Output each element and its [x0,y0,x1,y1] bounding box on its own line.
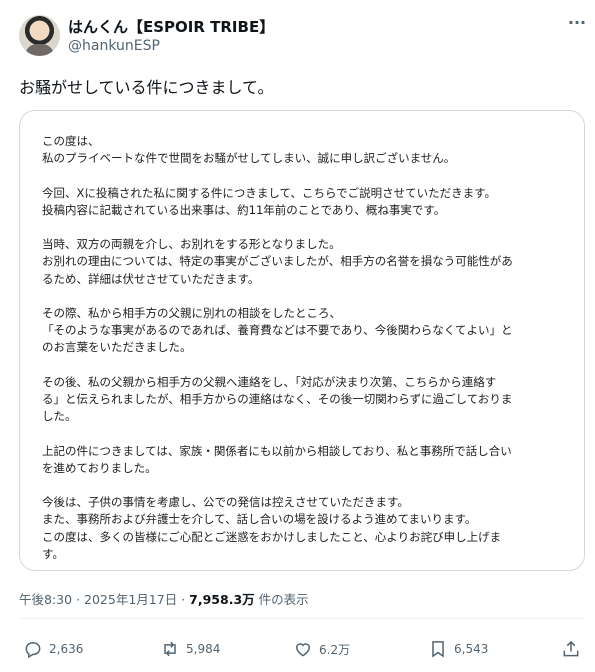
tweet: はんくん【ESPOIR TRIBE】 @hankunESP ··· お騒がせして… [0,0,595,672]
statement-line: この度は、多くの皆様にご心配とご迷惑をおかけしましたこと、心よりお詫び申し上げま [42,529,502,544]
like-button[interactable]: 6.2万 [293,638,350,660]
views-label: 件の表示 [258,592,309,607]
statement-paragraph: 当時、双方の両親を介し、お別れをする形となりました。お別れの理由については、特定… [42,236,566,288]
avatar-figure [25,44,54,56]
statement-line: 投稿内容に記載されている出来事は、約11年前のことであり、概ね事実です。 [42,202,446,217]
statement-line: その後、私の父親から相手方の父親へ連絡をし、「対応が決まり次第、こちらから連絡す [42,374,497,389]
statement-paragraph: 今回、Xに投稿された私に関する件につきまして、こちらでご説明させていただきます。… [42,185,566,219]
statement-line: 当時、双方の両親を介し、お別れをする形となりました。 [42,237,341,252]
statement-line: る」と伝えられましたが、相手方からの連絡はなく、その後一切関わらずに過ごしており… [42,391,513,406]
statement-line: また、事務所および弁護士を介して、話し合いの場を設けるよう進めてまいります。 [42,512,477,527]
statement-paragraph: 上記の件につきましては、家族・関係者にも以前から相談しており、私と事務所で話し合… [42,443,566,477]
share-icon [563,640,579,657]
meta-separator: · [181,592,186,607]
tweet-meta: 午後8:30 · 2025年1月17日 · 7,958.3万 件の表示 [19,589,309,608]
statement-text: この度は、私のプライベートな件で世間をお騒がせしてしまい、誠に申し訳ございません… [42,133,566,580]
reply-button[interactable]: 2,636 [23,638,83,660]
bookmark-button[interactable]: 6,543 [428,638,488,660]
statement-line: その際、私から相手方の父親に別れの相談をしたところ、 [42,305,341,320]
share-button[interactable] [561,638,581,660]
statement-line: お別れの理由については、特定の事実がございましたが、相手方の名誉を損なう可能性が… [42,254,513,269]
statement-line: この度は、 [42,134,100,148]
statement-line: を進めておりました。 [42,460,157,475]
statement-paragraph: この度は、私のプライベートな件で世間をお騒がせしてしまい、誠に申し訳ございません… [42,133,566,167]
reply-count: 2,636 [49,642,84,656]
views-count: 7,958.3万 [189,592,255,607]
statement-line: 上記の件につきましては、家族・関係者にも以前から相談しており、私と事務所で話し合… [42,443,512,458]
tweet-time[interactable]: 午後8:30 [19,592,72,607]
statement-line: のお言葉をいただきました。 [42,340,192,355]
statement-line: す。 [42,546,64,561]
statement-line: した。 [42,409,77,424]
statement-image[interactable]: この度は、私のプライベートな件で世間をお騒がせしてしまい、誠に申し訳ございません… [19,110,585,571]
more-options-icon[interactable]: ··· [565,15,589,36]
tweet-date[interactable]: 2025年1月17日 [84,592,177,607]
statement-line: るため、詳細は伏せさせていただきます。 [42,271,260,286]
statement-paragraph: その際、私から相手方の父親に別れの相談をしたところ、「そのような事実があるのであ… [42,305,566,357]
repost-count: 5,984 [186,642,221,656]
bookmark-icon [432,641,444,658]
author-handle[interactable]: @hankunESP [68,38,160,54]
statement-paragraph: 今後は、子供の事情を考慮し、公での発信は控えさせていただきます。また、事務所およ… [42,494,566,563]
like-count: 6.2万 [319,642,351,657]
statement-line: 今後は、子供の事情を考慮し、公での発信は控えさせていただきます。 [42,495,409,510]
reply-icon [25,641,41,659]
statement-line: 私のプライベートな件で世間をお騒がせしてしまい、誠に申し訳ございません。 [42,151,456,166]
tweet-text: お騒がせしている件につきまして。 [19,78,274,97]
repost-button[interactable]: 5,984 [160,638,220,660]
statement-paragraph: その後、私の父親から相手方の父親へ連絡をし、「対応が決まり次第、こちらから連絡す… [42,374,566,426]
divider [19,618,585,619]
like-icon [295,643,311,657]
avatar[interactable] [19,15,60,56]
statement-line: 「そのような事実があるのであれば、養育費などは不要であり、今後関わらなくてよい」… [42,323,513,338]
meta-separator: · [76,592,81,607]
author-display-name[interactable]: はんくん【ESPOIR TRIBE】 [68,16,274,37]
repost-icon [164,641,176,657]
statement-line: 今回、Xに投稿された私に関する件につきまして、こちらでご説明させていただきます。 [42,185,496,200]
bookmark-count: 6,543 [454,642,489,656]
